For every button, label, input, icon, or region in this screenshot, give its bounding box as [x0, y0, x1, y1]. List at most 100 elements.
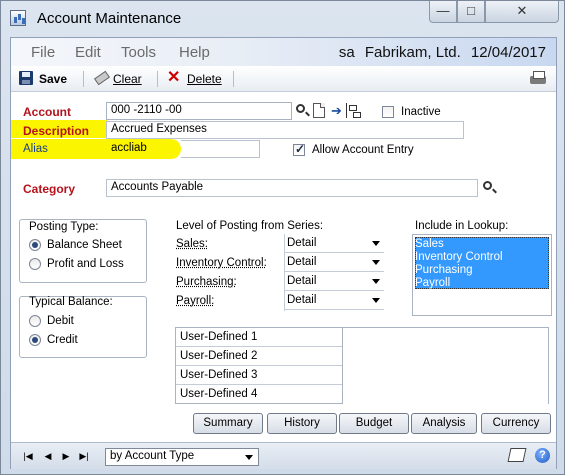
- arrow-right-icon[interactable]: ➔: [329, 103, 344, 118]
- first-record-icon[interactable]: |◀: [21, 449, 35, 463]
- delete-button[interactable]: ✕ Delete: [165, 69, 229, 88]
- user-defined-row: User-Defined 1: [176, 328, 548, 347]
- app-window-icon: [10, 10, 26, 26]
- currency-button[interactable]: Currency: [481, 413, 551, 434]
- lookup-item-sales[interactable]: Sales: [415, 238, 444, 250]
- summary-button[interactable]: Summary: [193, 413, 263, 434]
- next-record-icon[interactable]: ▶: [59, 449, 73, 463]
- toolbar-separator: [83, 71, 84, 87]
- user-defined-4-label: User-Defined 4: [180, 388, 258, 400]
- lookup-item-inventory-control[interactable]: Inventory Control: [415, 251, 503, 263]
- user-defined-3-field[interactable]: [342, 366, 548, 385]
- alias-field-tail: [181, 140, 260, 158]
- toolbar-separator: [233, 71, 234, 87]
- user-defined-3-label: User-Defined 3: [180, 369, 258, 381]
- save-label: Save: [39, 72, 68, 86]
- user-date: 12/04/2017: [470, 44, 546, 61]
- toolbar-separator: [157, 71, 158, 87]
- lookup-item-payroll[interactable]: Payroll: [415, 277, 450, 289]
- maximize-button[interactable]: □: [457, 1, 485, 23]
- debit-radio[interactable]: [29, 315, 41, 327]
- new-document-icon[interactable]: [313, 103, 325, 118]
- toolbar: Save Clear ✕ Delete: [11, 66, 556, 92]
- user-defined-row: User-Defined 4: [176, 385, 548, 404]
- menu-help[interactable]: Help: [179, 44, 210, 61]
- account-maintenance-window: Account Maintenance — □ ✕ File Edit Tool…: [0, 0, 565, 475]
- window-client-area: File Edit Tools Help sa Fabrikam, Ltd. 1…: [10, 37, 557, 469]
- user-defined-row: User-Defined 3: [176, 366, 548, 385]
- menu-file[interactable]: File: [31, 44, 55, 61]
- series-divider: [284, 234, 285, 311]
- user-defined-1-field[interactable]: [342, 328, 548, 347]
- history-button[interactable]: History: [267, 413, 337, 434]
- payroll-level-value: Detail: [287, 294, 317, 306]
- menu-edit[interactable]: Edit: [75, 44, 101, 61]
- category-field[interactable]: Accounts Payable: [106, 179, 478, 197]
- help-icon[interactable]: ?: [535, 448, 550, 463]
- category-label: Category: [23, 182, 76, 196]
- alias-label: Alias: [23, 143, 48, 155]
- category-lookup-icon[interactable]: [482, 180, 497, 195]
- delete-label: Delete: [187, 72, 222, 86]
- sales-level-value: Detail: [287, 237, 317, 249]
- balance-sheet-radio[interactable]: [29, 239, 41, 251]
- save-disk-icon: [19, 71, 33, 85]
- analysis-button[interactable]: Analysis: [411, 413, 477, 434]
- session-info: sa Fabrikam, Ltd. 12/04/2017: [333, 44, 546, 61]
- inventory-level-value: Detail: [287, 256, 317, 268]
- status-bar: |◀ ◀ ▶ ▶| by Account Type ?: [11, 442, 556, 469]
- save-button[interactable]: Save: [17, 70, 77, 88]
- print-icon[interactable]: [529, 70, 547, 86]
- budget-button[interactable]: Budget: [339, 413, 409, 434]
- purchasing-level-dropdown[interactable]: Detail: [284, 273, 384, 291]
- browse-sort-dropdown[interactable]: by Account Type: [105, 448, 259, 466]
- sales-level-dropdown[interactable]: Detail: [284, 235, 384, 253]
- delete-x-icon: ✕: [167, 69, 181, 86]
- company-name: Fabrikam, Ltd.: [364, 44, 461, 61]
- description-field[interactable]: Accrued Expenses: [106, 121, 464, 139]
- sales-series-label: Sales:: [176, 238, 208, 250]
- include-in-lookup-list[interactable]: Sales Inventory Control Purchasing Payro…: [412, 234, 552, 316]
- user-id: sa: [338, 44, 355, 61]
- include-in-lookup-title: Include in Lookup:: [415, 220, 509, 232]
- menu-bar: File Edit Tools Help sa Fabrikam, Ltd. 1…: [11, 38, 556, 66]
- account-lookup-icon[interactable]: [295, 103, 310, 118]
- chevron-down-icon: [372, 241, 380, 246]
- purchasing-series-label: Purchasing:: [176, 276, 237, 288]
- menu-tools[interactable]: Tools: [121, 44, 156, 61]
- account-label: Account: [23, 105, 71, 119]
- user-defined-2-field[interactable]: [342, 347, 548, 366]
- chevron-down-icon: [372, 298, 380, 303]
- posting-type-title: Posting Type:: [29, 221, 99, 233]
- user-defined-1-label: User-Defined 1: [180, 331, 258, 343]
- user-defined-2-label: User-Defined 2: [180, 350, 258, 362]
- clear-label: Clear: [113, 72, 142, 86]
- browse-sort-value: by Account Type: [110, 450, 195, 462]
- clear-button[interactable]: Clear: [91, 70, 151, 88]
- profit-and-loss-radio[interactable]: [29, 258, 41, 270]
- inactive-checkbox[interactable]: [382, 106, 394, 118]
- account-field[interactable]: 000 -2110 -00: [106, 102, 292, 120]
- note-icon[interactable]: [507, 448, 527, 462]
- payroll-series-label: Payroll:: [176, 295, 215, 307]
- chevron-down-icon: [372, 279, 380, 284]
- profit-and-loss-label: Profit and Loss: [47, 258, 124, 270]
- user-defined-4-field[interactable]: [342, 385, 548, 404]
- allow-account-entry-label: Allow Account Entry: [312, 144, 414, 156]
- debit-label: Debit: [47, 315, 74, 327]
- last-record-icon[interactable]: ▶|: [77, 449, 91, 463]
- allow-account-entry-checkbox[interactable]: [293, 142, 305, 156]
- payroll-level-dropdown[interactable]: Detail: [284, 292, 384, 310]
- inventory-level-dropdown[interactable]: Detail: [284, 254, 384, 272]
- minimize-button[interactable]: —: [429, 1, 457, 23]
- close-button[interactable]: ✕: [485, 1, 559, 23]
- account-tree-icon[interactable]: [346, 103, 361, 118]
- credit-radio[interactable]: [29, 334, 41, 346]
- purchasing-level-value: Detail: [287, 275, 317, 287]
- eraser-icon: [93, 72, 107, 84]
- previous-record-icon[interactable]: ◀: [41, 449, 55, 463]
- user-defined-table: User-Defined 1 User-Defined 2 User-Defin…: [175, 327, 549, 404]
- lookup-item-purchasing[interactable]: Purchasing: [415, 264, 473, 276]
- inventory-series-label: Inventory Control:: [176, 257, 267, 269]
- typical-balance-title: Typical Balance:: [29, 296, 113, 308]
